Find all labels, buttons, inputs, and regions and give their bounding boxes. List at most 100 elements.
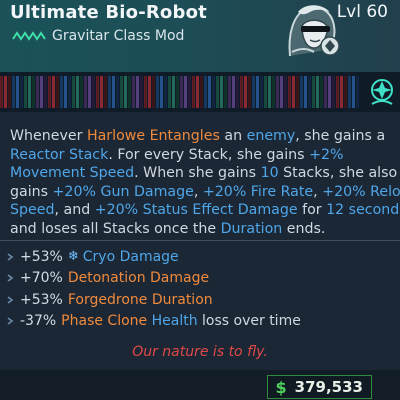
description-text: Speed <box>10 202 55 219</box>
stripe <box>256 76 259 108</box>
description-text: Movement Speed <box>10 165 135 182</box>
stripe <box>48 76 51 108</box>
rarity-stripe-band <box>0 72 400 112</box>
price-amount: 379,533 <box>294 378 363 396</box>
stripe <box>236 76 239 108</box>
description-text: Stacks, she also <box>278 165 398 182</box>
stripe <box>324 76 327 108</box>
description-text: gains <box>10 183 53 200</box>
stripe <box>104 76 107 108</box>
stripe <box>356 76 359 108</box>
stripe <box>296 76 299 108</box>
stripe <box>128 76 131 108</box>
stripe <box>60 76 63 108</box>
stat-label: loss over time <box>197 313 301 330</box>
stripe <box>132 76 135 108</box>
description-line: gains +20% Gun Damage, +20% Fire Rate, +… <box>10 183 400 202</box>
description-text: . For every Stack, she gains <box>108 146 310 163</box>
legendary-emblem-icon <box>371 79 393 105</box>
stripe <box>96 76 99 108</box>
stripe <box>20 76 23 108</box>
stripe <box>116 76 119 108</box>
currency-icon: $ <box>275 377 287 397</box>
stripe <box>156 76 159 108</box>
stripe <box>308 76 311 108</box>
stripe <box>332 76 335 108</box>
stripe <box>176 76 179 108</box>
stripe <box>120 76 123 108</box>
description-text: +20% Fire Rate <box>202 183 314 200</box>
stripe <box>316 76 319 108</box>
chevron-right-icon <box>7 296 14 304</box>
description-text: for <box>297 202 327 219</box>
stripe <box>348 76 351 108</box>
stripe <box>24 76 27 108</box>
stripe <box>232 76 235 108</box>
stripe <box>312 76 315 108</box>
stripe <box>288 76 291 108</box>
price-tag: $ 379,533 <box>266 375 372 399</box>
stripe <box>260 76 263 108</box>
stripe <box>64 76 67 108</box>
stripe <box>188 76 191 108</box>
stat-label: Health <box>151 313 198 330</box>
stat-value: +53% <box>20 248 63 265</box>
flavor-text: Our nature is to fly. <box>132 344 268 360</box>
stripe-pattern <box>0 76 359 108</box>
chevron-right-icon <box>7 274 14 282</box>
stripe <box>52 76 55 108</box>
item-type-row: Gravitar Class Mod <box>12 28 184 44</box>
description-line: and loses all Stacks once the Duration e… <box>10 220 394 239</box>
stripe <box>248 76 251 108</box>
stripe <box>140 76 143 108</box>
item-name: Ultimate Bio-Robot <box>10 2 207 23</box>
description-text: +20% Status Effect Damage <box>94 202 298 219</box>
stat-value: +53% <box>20 291 63 308</box>
item-type: Gravitar Class Mod <box>52 28 185 44</box>
stripe <box>72 76 75 108</box>
item-description: Whenever Harlowe Entangles an enemy, she… <box>10 127 400 239</box>
stripe <box>192 76 195 108</box>
stripe <box>164 76 167 108</box>
stat-item: +70% Detonation Damage <box>6 268 396 290</box>
stripe <box>272 76 275 108</box>
stripe <box>168 76 171 108</box>
stripe <box>268 76 271 108</box>
stripe <box>284 76 287 108</box>
stripe <box>204 76 207 108</box>
stripe <box>68 76 71 108</box>
character-portrait-icon <box>288 5 340 57</box>
stripe <box>12 76 15 108</box>
stripe <box>100 76 103 108</box>
stripe <box>336 76 339 108</box>
stripe <box>88 76 91 108</box>
description-text: , she gains a <box>295 128 386 144</box>
stripe <box>28 76 31 108</box>
stripe <box>264 76 267 108</box>
stripe <box>196 76 199 108</box>
stripe <box>224 76 227 108</box>
stripe <box>212 76 215 108</box>
stripe <box>4 76 7 108</box>
stripe <box>136 76 139 108</box>
stat-label: Forgedrone Duration <box>67 291 213 308</box>
stripe <box>220 76 223 108</box>
stripe <box>200 76 203 108</box>
stripe <box>8 76 11 108</box>
chevron-right-icon <box>7 317 14 325</box>
description-text: an <box>219 128 247 144</box>
description-text: , <box>313 183 323 200</box>
stripe <box>328 76 331 108</box>
stripe <box>32 76 35 108</box>
stripe <box>40 76 43 108</box>
stripe <box>252 76 255 108</box>
stripe <box>292 76 295 108</box>
class-mod-icon <box>12 31 46 41</box>
description-text: , <box>193 183 203 200</box>
stripe <box>180 76 183 108</box>
description-text: +2% <box>309 146 344 163</box>
description-line: Reactor Stack. For every Stack, she gain… <box>10 146 394 165</box>
stripe <box>16 76 19 108</box>
stat-label: Cryo Damage <box>82 248 179 265</box>
stat-item: +53% Forgedrone Duration <box>6 289 396 311</box>
